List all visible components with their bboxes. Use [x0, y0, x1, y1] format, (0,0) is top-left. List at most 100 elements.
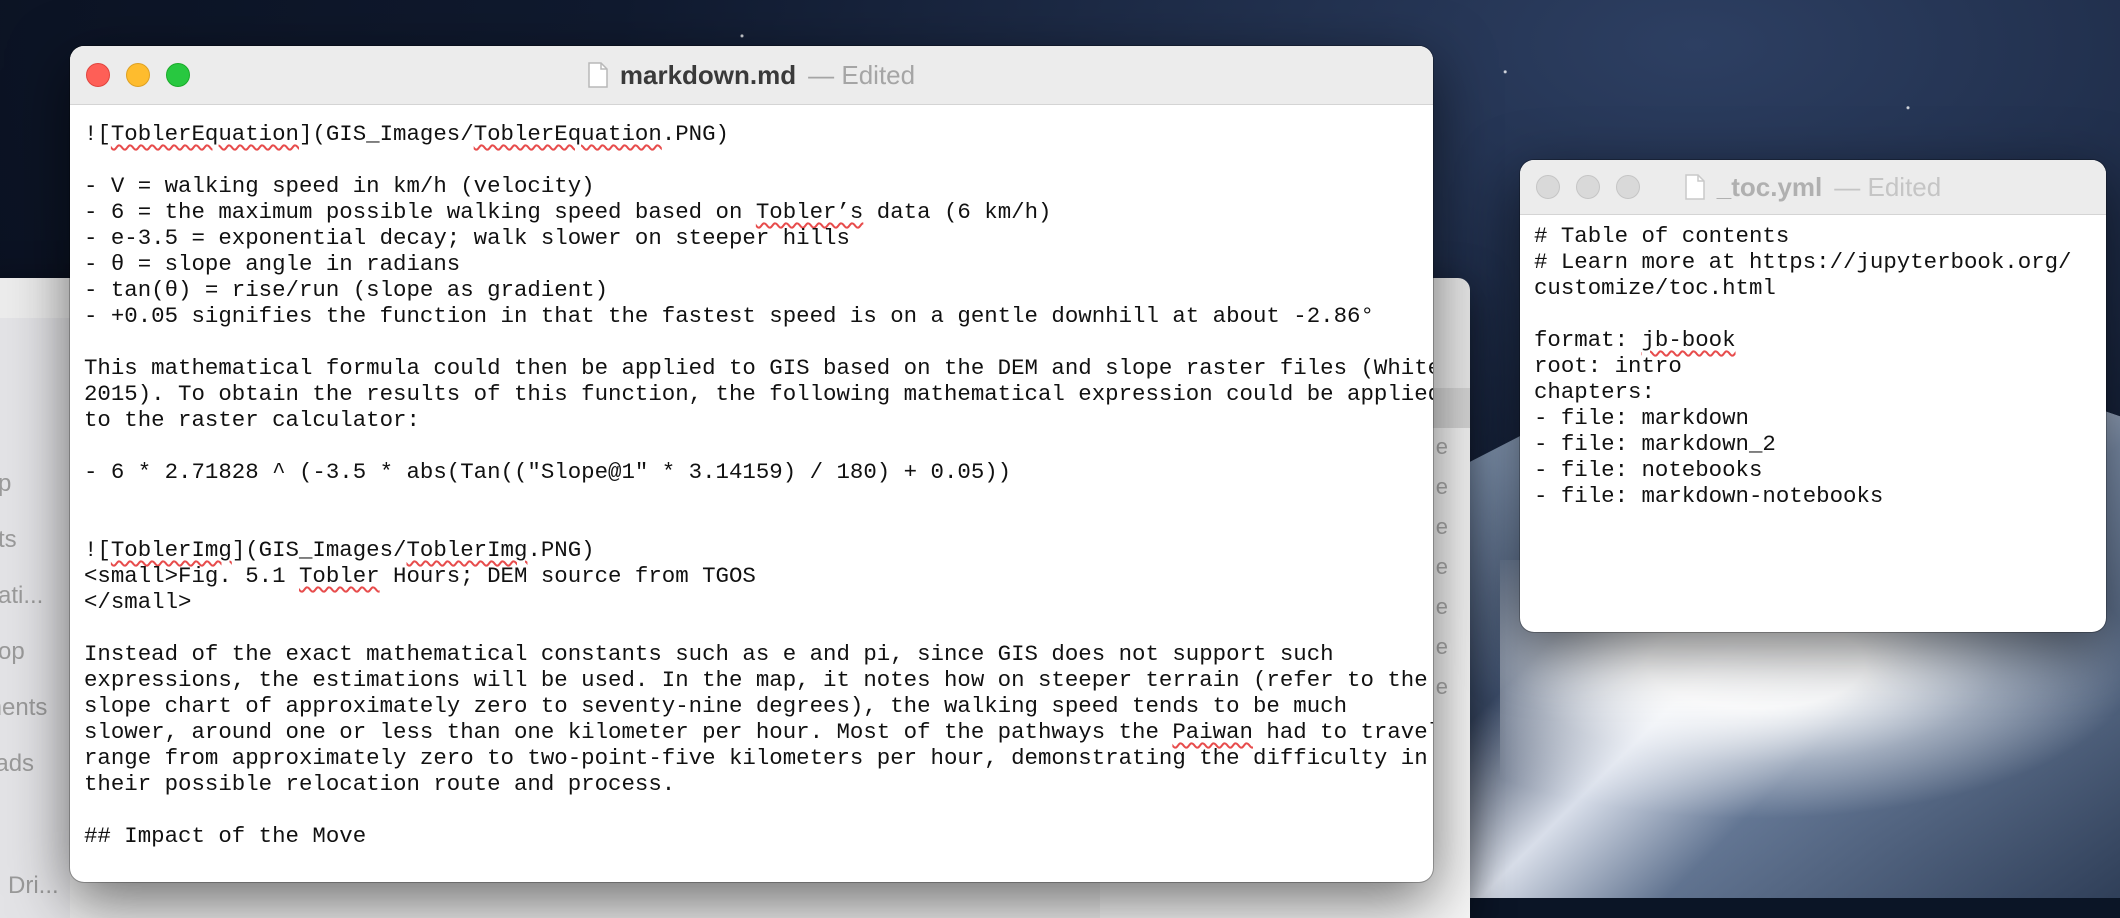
- text-line[interactable]: - file: markdown_2: [1534, 431, 2092, 457]
- toc-text-area[interactable]: # Table of contents # Learn more at https…: [1520, 215, 2106, 509]
- text-segment: their possible relocation route and proc…: [84, 771, 676, 797]
- text-line[interactable]: [84, 797, 1419, 823]
- misspelled-word: Paiwan: [1172, 719, 1253, 745]
- text-line[interactable]: <small>Fig. 5.1 Tobler Hours; DEM source…: [84, 563, 1419, 589]
- text-line[interactable]: chapters:: [1534, 379, 2092, 405]
- text-line[interactable]: - +0.05 signifies the function in that t…: [84, 303, 1419, 329]
- text-segment: - e-3.5 = exponential decay; walk slower…: [84, 225, 850, 251]
- text-line[interactable]: customize/toc.html: [1534, 275, 2092, 301]
- text-line[interactable]: # Table of contents: [1534, 223, 2092, 249]
- text-segment: slower, around one or less than one kilo…: [84, 719, 1173, 745]
- text-line[interactable]: root: intro: [1534, 353, 2092, 379]
- finder-sidebar-item[interactable]: oads: [0, 750, 34, 778]
- misspelled-word: ToblerImg: [110, 537, 232, 563]
- text-segment: - 6 * 2.71828 ^ (-3.5 * abs(Tan(("Slope@…: [84, 459, 1012, 485]
- text-line[interactable]: # Learn more at https://jupyterbook.org/: [1534, 249, 2092, 275]
- finder-sidebar-item[interactable]: op: [0, 638, 25, 666]
- text-segment: - θ = slope angle in radians: [84, 251, 461, 277]
- text-line[interactable]: This mathematical formula could then be …: [84, 355, 1433, 381]
- finder-sidebar-item[interactable]: ts: [0, 526, 17, 554]
- text-segment: - file: notebooks: [1534, 457, 1763, 483]
- misspelled-word: ToblerEquation: [473, 121, 662, 147]
- text-line[interactable]: slope chart of approximately zero to sev…: [84, 693, 1419, 719]
- text-segment: 2015). To obtain the results of this fun…: [84, 381, 1433, 407]
- text-line[interactable]: - file: markdown-notebooks: [1534, 483, 2092, 509]
- misspelled-word: ToblerImg: [406, 537, 528, 563]
- text-line[interactable]: range from approximately zero to two-poi…: [84, 745, 1428, 771]
- text-line[interactable]: - 6 = the maximum possible walking speed…: [84, 199, 1419, 225]
- text-line[interactable]: - tan(θ) = rise/run (slope as gradient): [84, 277, 1419, 303]
- text-line[interactable]: </small>: [84, 589, 1419, 615]
- zoom-button[interactable]: [166, 63, 190, 87]
- text-line[interactable]: [1534, 301, 2092, 327]
- zoom-button[interactable]: [1616, 175, 1640, 199]
- window-controls: [1536, 175, 1640, 199]
- text-line[interactable]: format: jb-book: [1534, 327, 2092, 353]
- text-segment: - V = walking speed in km/h (velocity): [84, 173, 595, 199]
- misspelled-word: ToblerEquation: [110, 121, 299, 147]
- text-line[interactable]: expressions, the estimations will be use…: [84, 667, 1428, 693]
- text-line[interactable]: ![ToblerImg](GIS_Images/ToblerImg.PNG): [84, 537, 1419, 563]
- text-line[interactable]: their possible relocation route and proc…: [84, 771, 1419, 797]
- toc-titlebar[interactable]: _toc.yml — Edited: [1520, 160, 2106, 215]
- misspelled-word: Tobler: [299, 563, 380, 589]
- window-title: _toc.yml — Edited: [1685, 172, 1941, 203]
- minimize-button[interactable]: [1576, 175, 1600, 199]
- text-segment: - +0.05 signifies the function in that t…: [84, 303, 1374, 329]
- text-segment: format:: [1534, 327, 1642, 353]
- text-segment: # Table of contents: [1534, 223, 1790, 249]
- edited-status: — Edited: [808, 59, 916, 90]
- markdown-editor-window[interactable]: markdown.md — Edited ![ToblerEquation](G…: [70, 46, 1433, 882]
- text-segment: ![: [84, 537, 111, 563]
- text-line[interactable]: [84, 485, 1419, 511]
- text-line[interactable]: - 6 * 2.71828 ^ (-3.5 * abs(Tan(("Slope@…: [84, 459, 1419, 485]
- finder-sidebar: p ts ati... op ments oads Dri...: [0, 318, 70, 918]
- text-line[interactable]: - e-3.5 = exponential decay; walk slower…: [84, 225, 1419, 251]
- text-segment: - file: markdown-notebooks: [1534, 483, 1884, 509]
- text-segment: - tan(θ) = rise/run (slope as gradient): [84, 277, 609, 303]
- file-name: _toc.yml: [1716, 171, 1823, 202]
- text-segment: ## Impact of the Move: [84, 823, 367, 849]
- document-icon: [1685, 174, 1705, 200]
- text-segment: ![: [84, 121, 111, 147]
- close-button[interactable]: [1536, 175, 1560, 199]
- text-segment: expressions, the estimations will be use…: [84, 667, 1428, 693]
- edited-status: — Edited: [1834, 171, 1942, 202]
- text-segment: </small>: [84, 589, 192, 615]
- text-line[interactable]: - file: markdown: [1534, 405, 2092, 431]
- text-line[interactable]: to the raster calculator:: [84, 407, 1419, 433]
- finder-sidebar-item[interactable]: Dri...: [8, 872, 59, 900]
- toc-editor-window[interactable]: _toc.yml — Edited # Table of contents # L…: [1520, 160, 2106, 632]
- finder-sidebar-item[interactable]: p: [0, 470, 11, 498]
- text-line[interactable]: - file: notebooks: [1534, 457, 2092, 483]
- text-line[interactable]: [84, 511, 1419, 537]
- text-line[interactable]: ![ToblerEquation](GIS_Images/ToblerEquat…: [84, 121, 1419, 147]
- text-line[interactable]: [84, 433, 1419, 459]
- text-segment: This mathematical formula could then be …: [84, 355, 1433, 381]
- text-line[interactable]: Instead of the exact mathematical consta…: [84, 641, 1419, 667]
- text-line[interactable]: slower, around one or less than one kilo…: [84, 719, 1433, 745]
- markdown-text-area[interactable]: ![ToblerEquation](GIS_Images/ToblerEquat…: [70, 105, 1433, 849]
- text-segment: Hours; DEM source from TGOS: [379, 563, 756, 589]
- text-segment: <small>Fig. 5.1: [84, 563, 299, 589]
- text-segment: to the raster calculator:: [84, 407, 420, 433]
- text-line[interactable]: [84, 329, 1419, 355]
- text-line[interactable]: - θ = slope angle in radians: [84, 251, 1419, 277]
- text-segment: data (6 km/h): [863, 199, 1052, 225]
- minimize-button[interactable]: [126, 63, 150, 87]
- text-line[interactable]: [84, 147, 1419, 173]
- text-segment: - file: markdown_2: [1534, 431, 1776, 457]
- text-segment: ](GIS_Images/: [299, 121, 474, 147]
- text-line[interactable]: ## Impact of the Move: [84, 823, 1419, 849]
- text-line[interactable]: - V = walking speed in km/h (velocity): [84, 173, 1419, 199]
- text-line[interactable]: 2015). To obtain the results of this fun…: [84, 381, 1433, 407]
- text-segment: .PNG): [527, 537, 595, 563]
- close-button[interactable]: [86, 63, 110, 87]
- window-controls: [86, 63, 190, 87]
- misspelled-word: Tobler’s: [755, 199, 864, 225]
- text-segment: Instead of the exact mathematical consta…: [84, 641, 1334, 667]
- markdown-titlebar[interactable]: markdown.md — Edited: [70, 46, 1433, 105]
- finder-sidebar-item[interactable]: ati...: [0, 582, 43, 610]
- finder-sidebar-item[interactable]: ments: [0, 694, 47, 722]
- text-line[interactable]: [84, 615, 1419, 641]
